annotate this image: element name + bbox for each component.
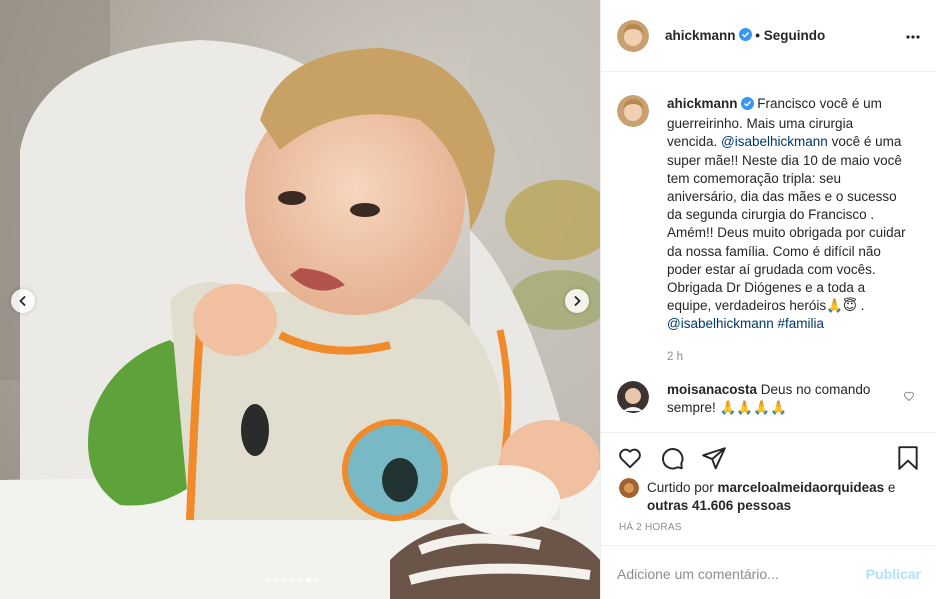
verified-badge-icon bbox=[740, 97, 754, 115]
likes-summary: Curtido por marceloalmeidaorquideas e ou… bbox=[619, 478, 919, 515]
carousel-dot bbox=[282, 578, 287, 583]
action-icons bbox=[617, 445, 727, 474]
post-actions: Curtido por marceloalmeidaorquideas e ou… bbox=[601, 432, 936, 599]
post-media[interactable] bbox=[0, 0, 600, 599]
comment-text: moisanacosta Deus no comando sempre! 🙏🙏🙏… bbox=[667, 381, 887, 417]
caption-time[interactable]: 2 h bbox=[667, 348, 907, 366]
previous-slide-button[interactable] bbox=[11, 289, 35, 313]
like-button[interactable] bbox=[617, 445, 643, 474]
liker-avatar-image bbox=[619, 478, 639, 498]
heart-outline-icon bbox=[903, 391, 915, 401]
liker-avatar[interactable] bbox=[619, 478, 639, 498]
comment-button[interactable] bbox=[659, 445, 685, 474]
carousel-dot bbox=[290, 578, 295, 583]
author-username[interactable]: ahickmann bbox=[665, 28, 736, 43]
paper-plane-icon bbox=[702, 447, 726, 470]
chevron-left-icon bbox=[19, 296, 26, 306]
more-options-button[interactable] bbox=[905, 29, 921, 48]
carousel-dot bbox=[306, 578, 311, 583]
chevron-right-icon bbox=[574, 296, 581, 306]
carousel-indicator bbox=[266, 578, 319, 583]
carousel-dot bbox=[274, 578, 279, 583]
caption-body-2: você é uma super mãe!! Neste dia 10 de m… bbox=[667, 134, 906, 314]
caption-mention-1[interactable]: @isabelhickmann bbox=[721, 134, 828, 149]
likes-middle: e bbox=[884, 480, 896, 495]
commenter-avatar-image bbox=[617, 381, 649, 413]
add-comment-bar: Publicar bbox=[601, 545, 936, 599]
follow-status-button[interactable]: Seguindo bbox=[764, 28, 826, 43]
author-avatar[interactable] bbox=[617, 19, 649, 52]
caption-mention-2[interactable]: @isabelhickmann bbox=[667, 316, 774, 331]
post-photo bbox=[0, 0, 600, 599]
share-button[interactable] bbox=[701, 445, 727, 474]
post-timestamp[interactable]: HÁ 2 HORAS bbox=[619, 522, 682, 533]
comment-bubble-icon bbox=[662, 448, 684, 470]
publish-button[interactable]: Publicar bbox=[866, 566, 921, 582]
post-side-panel: ahickmann • Seguindo ahickmann Francisco… bbox=[600, 0, 936, 599]
carousel-dot bbox=[298, 578, 303, 583]
author-avatar-image bbox=[617, 19, 649, 52]
like-comment-button[interactable] bbox=[903, 390, 915, 405]
carousel-dot bbox=[314, 578, 319, 583]
comment-item: moisanacosta Deus no comando sempre! 🙏🙏🙏… bbox=[617, 381, 927, 417]
save-post-button[interactable] bbox=[895, 445, 921, 474]
post-caption: ahickmann Francisco você é um guerreirin… bbox=[617, 95, 927, 366]
likes-prefix: Curtido por bbox=[647, 480, 718, 495]
separator-dot: • bbox=[751, 28, 764, 43]
commenter-avatar[interactable] bbox=[617, 381, 649, 413]
bookmark-icon bbox=[898, 446, 918, 470]
carousel-dot bbox=[266, 578, 271, 583]
instagram-post: ahickmann • Seguindo ahickmann Francisco… bbox=[0, 0, 936, 599]
caption-avatar-image bbox=[617, 95, 649, 127]
header-line: ahickmann • Seguindo bbox=[665, 27, 826, 44]
heart-icon bbox=[619, 448, 641, 469]
caption-hashtag[interactable]: #familia bbox=[778, 316, 825, 331]
likes-text: Curtido por marceloalmeidaorquideas e ou… bbox=[647, 479, 919, 515]
caption-avatar[interactable] bbox=[617, 95, 649, 127]
next-slide-button[interactable] bbox=[565, 289, 589, 313]
comment-input[interactable] bbox=[617, 565, 866, 582]
caption-text: ahickmann Francisco você é um guerreirin… bbox=[667, 95, 907, 366]
post-header: ahickmann • Seguindo bbox=[601, 0, 936, 72]
verified-badge-icon bbox=[738, 27, 752, 44]
commenter-username[interactable]: moisanacosta bbox=[667, 382, 757, 397]
likes-others-link[interactable]: outras 41.606 pessoas bbox=[647, 498, 791, 513]
more-options-icon bbox=[906, 35, 920, 39]
liker-username[interactable]: marceloalmeidaorquideas bbox=[718, 480, 885, 495]
caption-username[interactable]: ahickmann bbox=[667, 96, 738, 111]
